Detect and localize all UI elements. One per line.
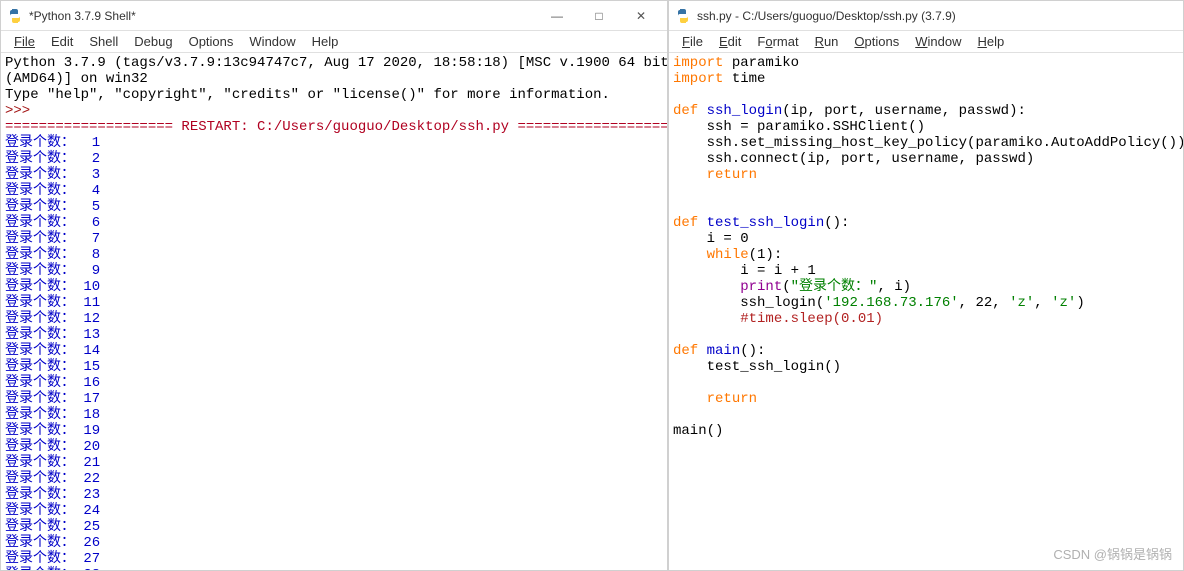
python-icon xyxy=(675,8,691,24)
python-shell-window: *Python 3.7.9 Shell* — □ ✕ File Edit She… xyxy=(0,0,668,571)
menu-help[interactable]: Help xyxy=(305,32,346,51)
menu-file[interactable]: File xyxy=(675,32,710,51)
menu-help[interactable]: Help xyxy=(971,32,1012,51)
shell-menubar: File Edit Shell Debug Options Window Hel… xyxy=(1,31,667,53)
menu-file[interactable]: File xyxy=(7,32,42,51)
shell-window-controls: — □ ✕ xyxy=(537,3,661,29)
maximize-button[interactable]: □ xyxy=(579,3,619,29)
minimize-button[interactable]: — xyxy=(537,3,577,29)
shell-titlebar[interactable]: *Python 3.7.9 Shell* — □ ✕ xyxy=(1,1,667,31)
editor-window: ssh.py - C:/Users/guoguo/Desktop/ssh.py … xyxy=(668,0,1184,571)
python-icon xyxy=(7,8,23,24)
menu-shell[interactable]: Shell xyxy=(82,32,125,51)
shell-content[interactable]: Python 3.7.9 (tags/v3.7.9:13c94747c7, Au… xyxy=(1,53,667,570)
shell-title: *Python 3.7.9 Shell* xyxy=(29,9,537,23)
editor-title: ssh.py - C:/Users/guoguo/Desktop/ssh.py … xyxy=(697,9,1177,23)
editor-menubar: File Edit Format Run Options Window Help xyxy=(669,31,1183,53)
menu-edit[interactable]: Edit xyxy=(44,32,80,51)
menu-format[interactable]: Format xyxy=(750,32,805,51)
menu-run[interactable]: Run xyxy=(808,32,846,51)
menu-window[interactable]: Window xyxy=(242,32,302,51)
menu-window[interactable]: Window xyxy=(908,32,968,51)
menu-edit[interactable]: Edit xyxy=(712,32,748,51)
editor-titlebar[interactable]: ssh.py - C:/Users/guoguo/Desktop/ssh.py … xyxy=(669,1,1183,31)
menu-options[interactable]: Options xyxy=(182,32,241,51)
close-button[interactable]: ✕ xyxy=(621,3,661,29)
menu-debug[interactable]: Debug xyxy=(127,32,179,51)
menu-options[interactable]: Options xyxy=(847,32,906,51)
editor-content[interactable]: import paramiko import time def ssh_logi… xyxy=(669,53,1183,570)
